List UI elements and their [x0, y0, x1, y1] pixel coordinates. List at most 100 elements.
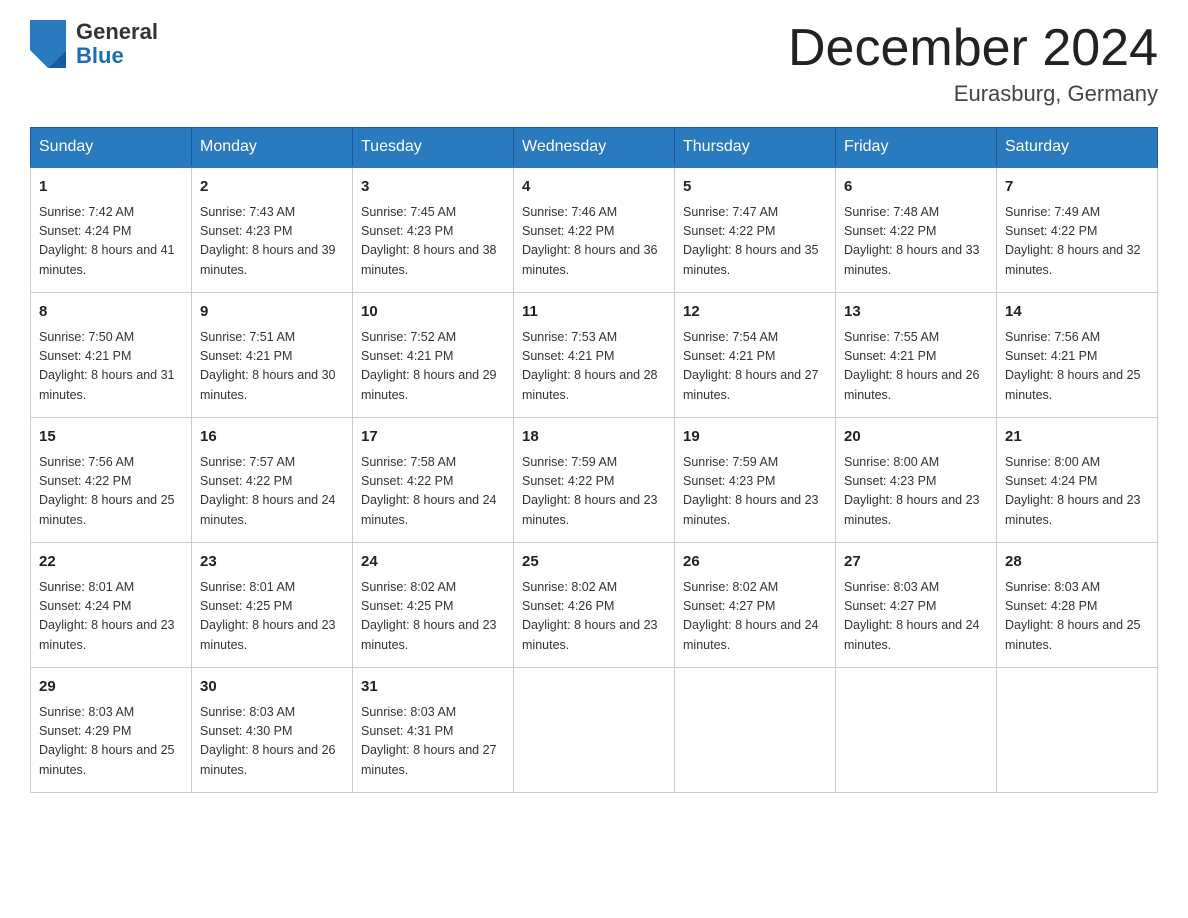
calendar-day-cell: 11 Sunrise: 7:53 AMSunset: 4:21 PMDayligh… — [514, 293, 675, 418]
logo-general-text: General — [76, 20, 158, 44]
day-info: Sunrise: 7:46 AMSunset: 4:22 PMDaylight:… — [522, 203, 666, 281]
day-info: Sunrise: 7:57 AMSunset: 4:22 PMDaylight:… — [200, 453, 344, 531]
day-info: Sunrise: 7:59 AMSunset: 4:23 PMDaylight:… — [683, 453, 827, 531]
day-info: Sunrise: 8:01 AMSunset: 4:25 PMDaylight:… — [200, 578, 344, 656]
day-info: Sunrise: 8:02 AMSunset: 4:26 PMDaylight:… — [522, 578, 666, 656]
day-info: Sunrise: 7:59 AMSunset: 4:22 PMDaylight:… — [522, 453, 666, 531]
calendar-day-cell: 26Sunrise: 8:02 AMSunset: 4:27 PMDayligh… — [675, 543, 836, 668]
calendar-day-cell: 25Sunrise: 8:02 AMSunset: 4:26 PMDayligh… — [514, 543, 675, 668]
day-info: Sunrise: 7:45 AMSunset: 4:23 PMDaylight:… — [361, 203, 505, 281]
calendar-day-cell: 4Sunrise: 7:46 AMSunset: 4:22 PMDaylight… — [514, 167, 675, 293]
day-number: 21 — [1005, 426, 1149, 449]
day-info: Sunrise: 7:47 AMSunset: 4:22 PMDaylight:… — [683, 203, 827, 281]
calendar-day-cell: 12 Sunrise: 7:54 AMSunset: 4:21 PMDayligh… — [675, 293, 836, 418]
col-friday: Friday — [836, 128, 997, 168]
day-info: Sunrise: 8:00 AMSunset: 4:24 PMDaylight:… — [1005, 453, 1149, 531]
page-header: General Blue December 2024 Eurasburg, Ge… — [30, 20, 1158, 107]
calendar-week-row: 29 Sunrise: 8:03 AMSunset: 4:29 PMDayligh… — [31, 668, 1158, 793]
day-info: Sunrise: 7:48 AMSunset: 4:22 PMDaylight:… — [844, 203, 988, 281]
day-number: 1 — [39, 176, 183, 199]
calendar-day-cell: 24 Sunrise: 8:02 AMSunset: 4:25 PMDayligh… — [353, 543, 514, 668]
day-info: Sunrise: 7:52 AMSunset: 4:21 PMDaylight:… — [361, 328, 505, 406]
calendar-day-cell: 31 Sunrise: 8:03 AMSunset: 4:31 PMDayligh… — [353, 668, 514, 793]
day-info: Sunrise: 8:00 AMSunset: 4:23 PMDaylight:… — [844, 453, 988, 531]
calendar-day-cell: 29 Sunrise: 8:03 AMSunset: 4:29 PMDayligh… — [31, 668, 192, 793]
day-number: 31 — [361, 676, 505, 699]
calendar-day-cell: 1Sunrise: 7:42 AMSunset: 4:24 PMDaylight… — [31, 167, 192, 293]
day-info: Sunrise: 8:03 AMSunset: 4:31 PMDaylight:… — [361, 703, 505, 781]
day-number: 3 — [361, 176, 505, 199]
calendar-week-row: 8Sunrise: 7:50 AMSunset: 4:21 PMDaylight… — [31, 293, 1158, 418]
day-info: Sunrise: 7:56 AMSunset: 4:21 PMDaylight:… — [1005, 328, 1149, 406]
day-number: 28 — [1005, 551, 1149, 574]
logo: General Blue — [30, 20, 158, 68]
day-info: Sunrise: 8:03 AMSunset: 4:29 PMDaylight:… — [39, 703, 183, 781]
calendar-week-row: 22Sunrise: 8:01 AMSunset: 4:24 PMDayligh… — [31, 543, 1158, 668]
calendar-day-cell: 18 Sunrise: 7:59 AMSunset: 4:22 PMDayligh… — [514, 418, 675, 543]
calendar-day-cell: 19Sunrise: 7:59 AMSunset: 4:23 PMDayligh… — [675, 418, 836, 543]
calendar-header: Sunday Monday Tuesday Wednesday Thursday… — [31, 128, 1158, 168]
day-info: Sunrise: 7:43 AMSunset: 4:23 PMDaylight:… — [200, 203, 344, 281]
day-number: 7 — [1005, 176, 1149, 199]
day-info: Sunrise: 8:03 AMSunset: 4:30 PMDaylight:… — [200, 703, 344, 781]
day-number: 12 — [683, 301, 827, 324]
day-number: 16 — [200, 426, 344, 449]
day-number: 24 — [361, 551, 505, 574]
col-monday: Monday — [192, 128, 353, 168]
day-number: 27 — [844, 551, 988, 574]
logo-blue-text: Blue — [76, 44, 158, 68]
calendar-week-row: 1Sunrise: 7:42 AMSunset: 4:24 PMDaylight… — [31, 167, 1158, 293]
day-info: Sunrise: 7:53 AMSunset: 4:21 PMDaylight:… — [522, 328, 666, 406]
calendar-day-cell: 7 Sunrise: 7:49 AMSunset: 4:22 PMDaylight… — [997, 167, 1158, 293]
day-number: 20 — [844, 426, 988, 449]
title-block: December 2024 Eurasburg, Germany — [788, 20, 1158, 107]
day-info: Sunrise: 7:49 AMSunset: 4:22 PMDaylight:… — [1005, 203, 1149, 281]
calendar-day-cell — [997, 668, 1158, 793]
day-number: 6 — [844, 176, 988, 199]
calendar-week-row: 15 Sunrise: 7:56 AMSunset: 4:22 PMDayligh… — [31, 418, 1158, 543]
col-saturday: Saturday — [997, 128, 1158, 168]
day-info: Sunrise: 8:03 AMSunset: 4:28 PMDaylight:… — [1005, 578, 1149, 656]
calendar-day-cell: 13Sunrise: 7:55 AMSunset: 4:21 PMDayligh… — [836, 293, 997, 418]
calendar-day-cell: 23 Sunrise: 8:01 AMSunset: 4:25 PMDayligh… — [192, 543, 353, 668]
calendar-day-cell: 22Sunrise: 8:01 AMSunset: 4:24 PMDayligh… — [31, 543, 192, 668]
calendar-day-cell: 8Sunrise: 7:50 AMSunset: 4:21 PMDaylight… — [31, 293, 192, 418]
day-number: 14 — [1005, 301, 1149, 324]
day-info: Sunrise: 8:03 AMSunset: 4:27 PMDaylight:… — [844, 578, 988, 656]
calendar-day-cell: 16 Sunrise: 7:57 AMSunset: 4:22 PMDayligh… — [192, 418, 353, 543]
calendar-day-cell: 27 Sunrise: 8:03 AMSunset: 4:27 PMDayligh… — [836, 543, 997, 668]
day-info: Sunrise: 7:56 AMSunset: 4:22 PMDaylight:… — [39, 453, 183, 531]
day-number: 11 — [522, 301, 666, 324]
col-wednesday: Wednesday — [514, 128, 675, 168]
page-subtitle: Eurasburg, Germany — [788, 81, 1158, 107]
calendar-day-cell — [675, 668, 836, 793]
day-number: 18 — [522, 426, 666, 449]
col-sunday: Sunday — [31, 128, 192, 168]
calendar-day-cell: 6 Sunrise: 7:48 AMSunset: 4:22 PMDaylight… — [836, 167, 997, 293]
col-thursday: Thursday — [675, 128, 836, 168]
day-info: Sunrise: 7:50 AMSunset: 4:21 PMDaylight:… — [39, 328, 183, 406]
calendar-day-cell: 14 Sunrise: 7:56 AMSunset: 4:21 PMDayligh… — [997, 293, 1158, 418]
day-number: 26 — [683, 551, 827, 574]
day-info: Sunrise: 7:54 AMSunset: 4:21 PMDaylight:… — [683, 328, 827, 406]
day-number: 5 — [683, 176, 827, 199]
calendar-day-cell: 20 Sunrise: 8:00 AMSunset: 4:23 PMDayligh… — [836, 418, 997, 543]
calendar-day-cell — [514, 668, 675, 793]
calendar-day-cell: 5 Sunrise: 7:47 AMSunset: 4:22 PMDaylight… — [675, 167, 836, 293]
page-title: December 2024 — [788, 20, 1158, 77]
calendar-body: 1Sunrise: 7:42 AMSunset: 4:24 PMDaylight… — [31, 167, 1158, 793]
col-tuesday: Tuesday — [353, 128, 514, 168]
day-info: Sunrise: 8:02 AMSunset: 4:25 PMDaylight:… — [361, 578, 505, 656]
calendar-day-cell: 17Sunrise: 7:58 AMSunset: 4:22 PMDayligh… — [353, 418, 514, 543]
day-number: 30 — [200, 676, 344, 699]
day-info: Sunrise: 7:55 AMSunset: 4:21 PMDaylight:… — [844, 328, 988, 406]
calendar-day-cell: 15 Sunrise: 7:56 AMSunset: 4:22 PMDayligh… — [31, 418, 192, 543]
day-number: 23 — [200, 551, 344, 574]
calendar-day-cell: 2Sunrise: 7:43 AMSunset: 4:23 PMDaylight… — [192, 167, 353, 293]
logo-icon — [30, 20, 66, 68]
day-number: 29 — [39, 676, 183, 699]
header-row: Sunday Monday Tuesday Wednesday Thursday… — [31, 128, 1158, 168]
day-number: 15 — [39, 426, 183, 449]
calendar-day-cell: 21 Sunrise: 8:00 AMSunset: 4:24 PMDayligh… — [997, 418, 1158, 543]
day-info: Sunrise: 7:51 AMSunset: 4:21 PMDaylight:… — [200, 328, 344, 406]
